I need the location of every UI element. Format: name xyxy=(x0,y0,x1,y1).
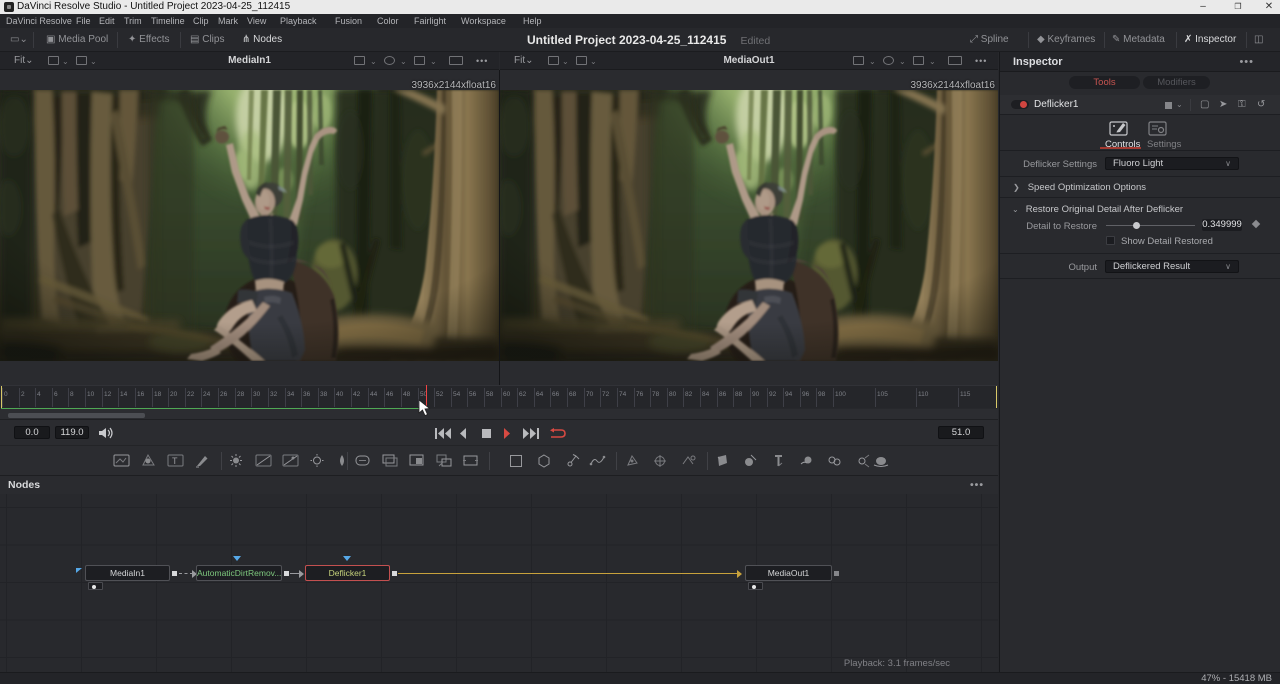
svg-text:T: T xyxy=(172,456,178,466)
